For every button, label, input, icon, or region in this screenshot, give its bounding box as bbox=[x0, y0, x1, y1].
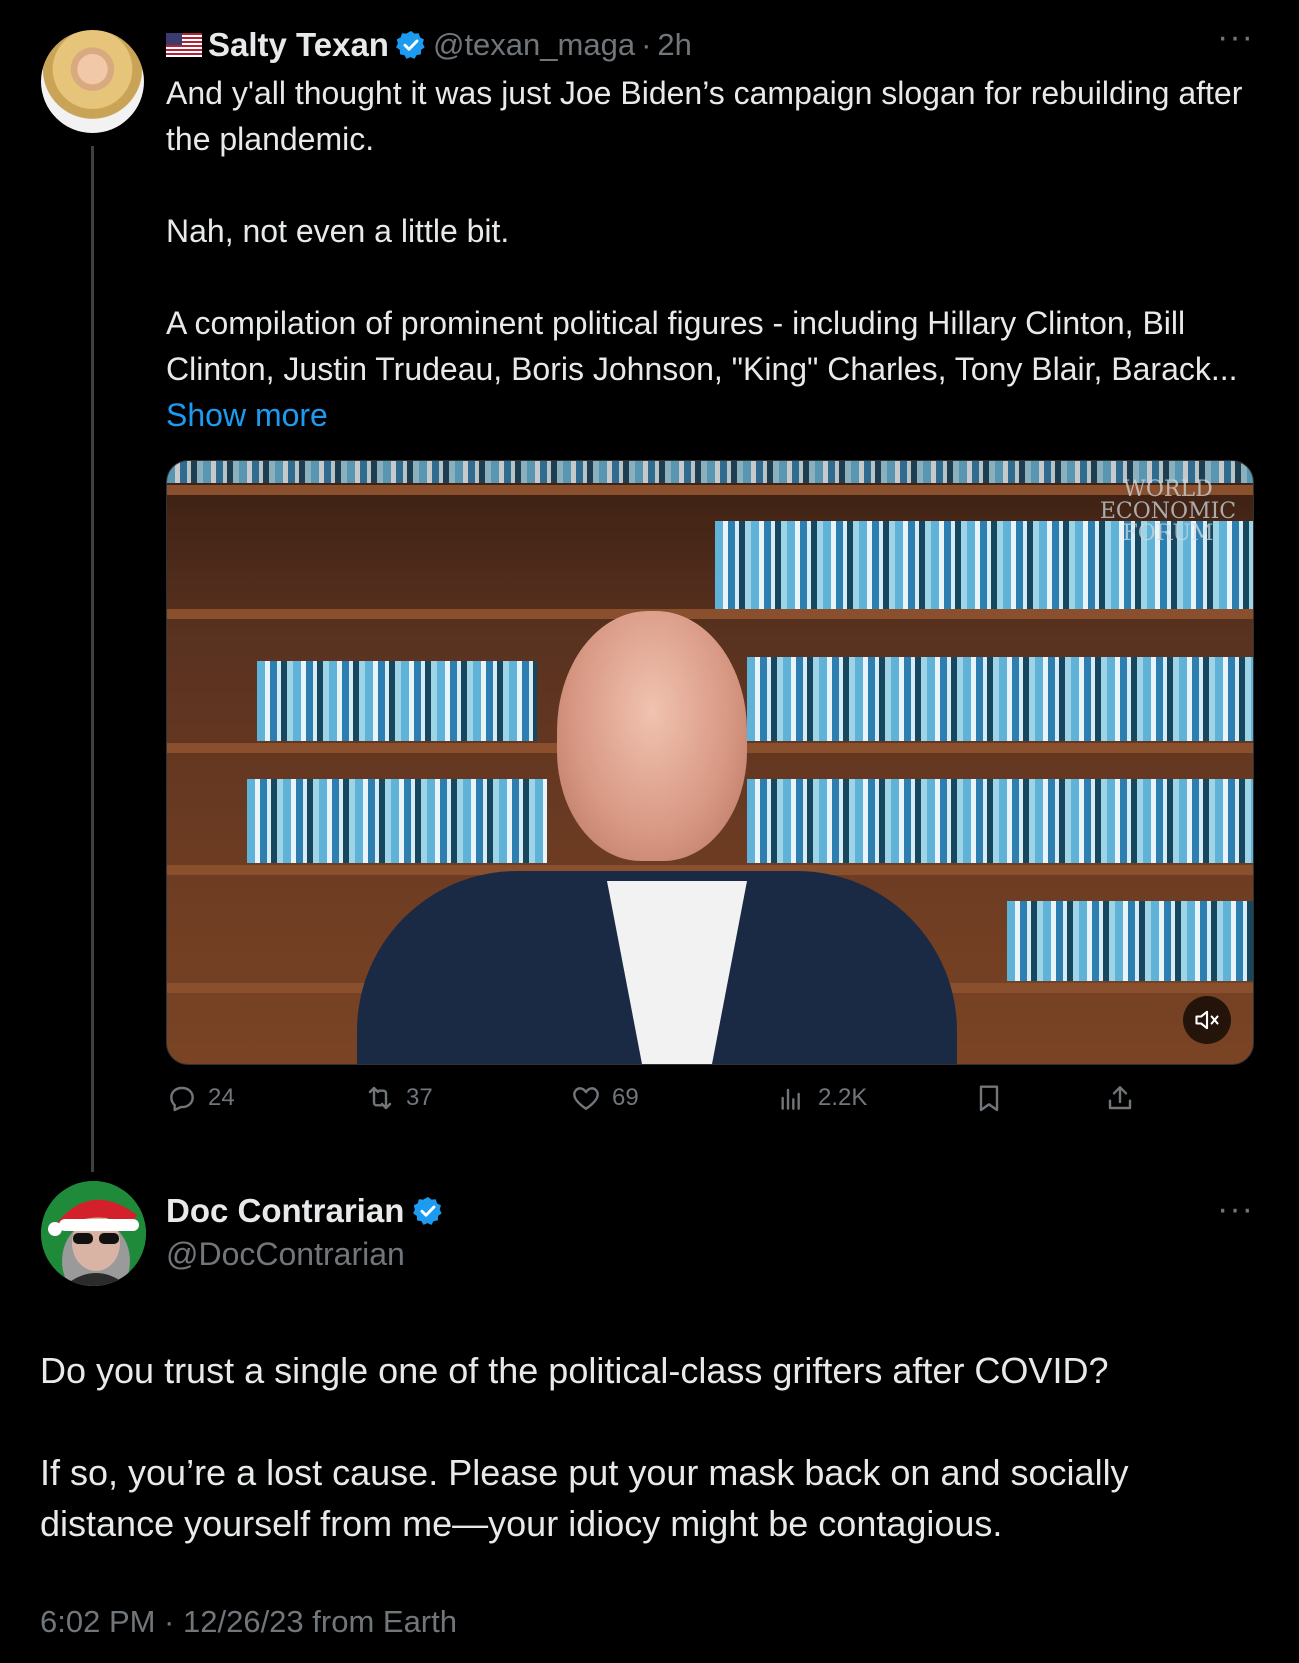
share-icon bbox=[1108, 1086, 1132, 1110]
verified-badge-icon bbox=[412, 1195, 444, 1227]
reply-author-name[interactable]: Doc Contrarian bbox=[166, 1192, 404, 1230]
video-player[interactable]: WORLD ECONOMIC FORUM bbox=[166, 460, 1254, 1065]
views-button[interactable]: 2.2K bbox=[776, 1082, 867, 1114]
santa-hat-avatar-art bbox=[41, 1181, 146, 1286]
speaker-muted-icon bbox=[1195, 1010, 1219, 1030]
thread-connector-line bbox=[91, 146, 94, 1172]
reply-button[interactable]: 24 bbox=[166, 1082, 235, 1114]
repost-count: 37 bbox=[406, 1084, 433, 1111]
watermark-text: ECONOMIC bbox=[1099, 499, 1237, 524]
books bbox=[257, 661, 537, 741]
tweet-paragraph-text: A compilation of prominent political fig… bbox=[166, 305, 1238, 387]
books bbox=[1007, 901, 1253, 981]
bookshelf-top bbox=[167, 461, 1253, 483]
reply-count: 24 bbox=[208, 1084, 235, 1111]
books bbox=[747, 657, 1253, 741]
tweet-paragraph: Nah, not even a little bit. bbox=[166, 213, 510, 249]
bookmark-button[interactable] bbox=[973, 1082, 1005, 1114]
more-options-icon[interactable]: ··· bbox=[1217, 18, 1254, 57]
books bbox=[247, 779, 547, 863]
reply-paragraph: If so, you’re a lost cause. Please put y… bbox=[40, 1452, 1129, 1544]
like-button[interactable]: 69 bbox=[570, 1082, 639, 1114]
watermark-text: FORUM bbox=[1122, 521, 1214, 546]
share-button[interactable] bbox=[1104, 1082, 1136, 1114]
avatar-doc-contrarian[interactable] bbox=[41, 1181, 146, 1286]
tweet-header: Salty Texan @texan_maga · 2h bbox=[166, 24, 692, 66]
verified-badge-icon bbox=[395, 29, 427, 61]
tweet-text: And y'all thought it was just Joe Biden’… bbox=[166, 70, 1256, 438]
avatar-salty-texan[interactable] bbox=[41, 30, 144, 133]
watermark-text: WORLD bbox=[1123, 477, 1213, 502]
wef-watermark: WORLD ECONOMIC FORUM bbox=[1093, 479, 1243, 545]
tweet-paragraph: A compilation of prominent political fig… bbox=[166, 300, 1256, 438]
mute-toggle-button[interactable] bbox=[1183, 996, 1231, 1044]
us-flag-icon bbox=[166, 33, 202, 57]
reply-paragraph: Do you trust a single one of the politic… bbox=[40, 1350, 1109, 1391]
repost-icon bbox=[368, 1086, 392, 1110]
views-chart-icon bbox=[781, 1088, 800, 1110]
bookmark-icon bbox=[979, 1085, 999, 1112]
show-more-link[interactable]: Show more bbox=[166, 397, 328, 433]
author-handle[interactable]: @texan_maga bbox=[433, 27, 635, 63]
post-timestamp[interactable]: 6:02 PM · 12/26/23 from Earth bbox=[40, 1604, 457, 1640]
repost-button[interactable]: 37 bbox=[364, 1082, 433, 1114]
heart-icon bbox=[573, 1087, 599, 1110]
post-time[interactable]: 2h bbox=[657, 27, 691, 63]
tweet-actions-bar: 24 37 69 2.2K bbox=[166, 1082, 1256, 1122]
reply-author-header: Doc Contrarian bbox=[166, 1192, 444, 1230]
shelf bbox=[167, 485, 1253, 495]
reply-text: Do you trust a single one of the politic… bbox=[40, 1345, 1260, 1549]
shelf bbox=[167, 609, 1253, 619]
more-options-icon[interactable]: ··· bbox=[1217, 1190, 1254, 1229]
reply-author-handle[interactable]: @DocContrarian bbox=[166, 1236, 405, 1273]
books bbox=[747, 779, 1253, 863]
speaker-head bbox=[557, 611, 747, 861]
separator-dot: · bbox=[641, 27, 652, 62]
views-count: 2.2K bbox=[818, 1084, 868, 1111]
like-count: 69 bbox=[612, 1084, 639, 1111]
reply-icon bbox=[170, 1086, 194, 1112]
tweet-paragraph: And y'all thought it was just Joe Biden’… bbox=[166, 75, 1243, 157]
author-name[interactable]: Salty Texan bbox=[208, 26, 389, 64]
